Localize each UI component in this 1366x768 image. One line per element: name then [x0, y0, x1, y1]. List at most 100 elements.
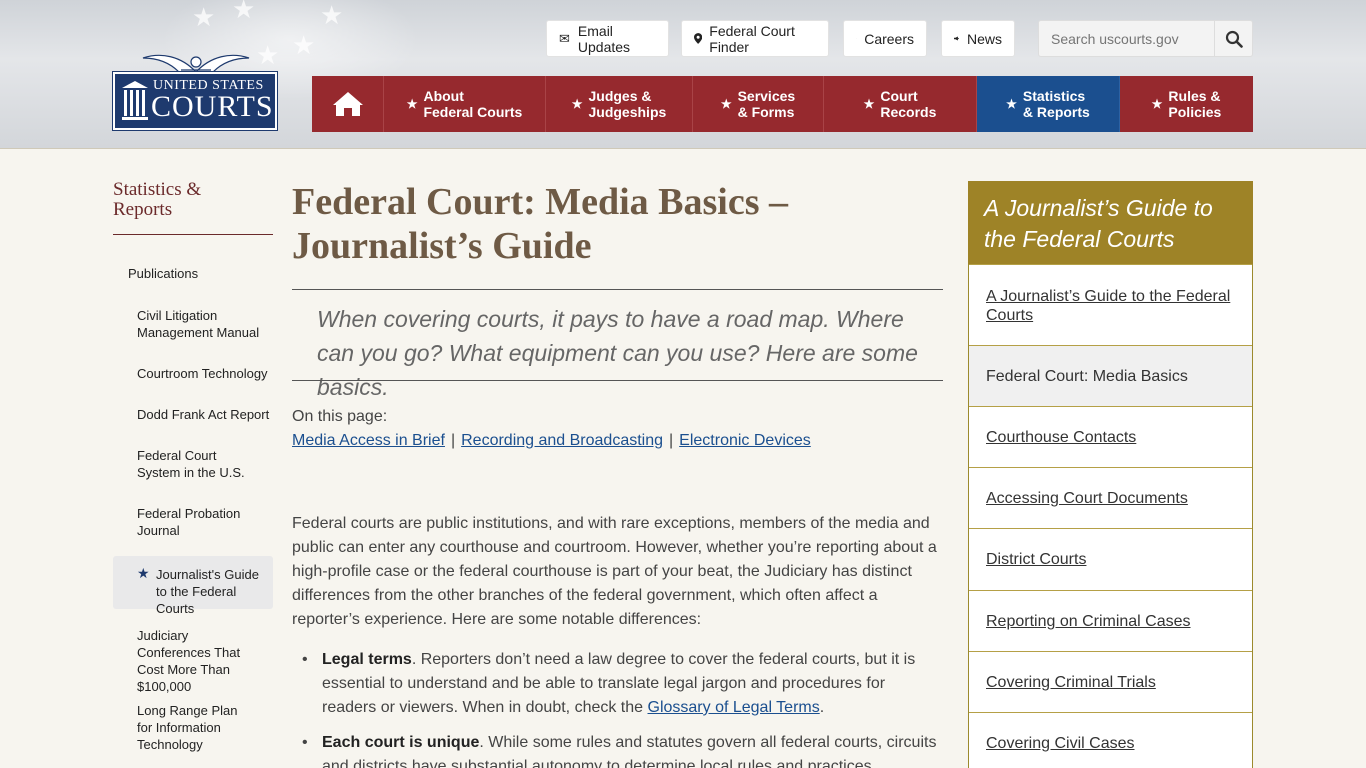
- guide-item-label: Covering Civil Cases: [986, 735, 1135, 752]
- guide-item-label: A Journalist’s Guide to the Federal Cour…: [986, 288, 1231, 324]
- logo-box: UNITED STATES COURTS: [112, 71, 278, 131]
- guide-item-accessing-documents[interactable]: Accessing Court Documents: [969, 467, 1252, 528]
- link-media-access[interactable]: Media Access in Brief: [292, 432, 445, 449]
- nav-about-federal-courts[interactable]: ★ About Federal Courts: [384, 76, 546, 132]
- guide-item-label: District Courts: [986, 551, 1087, 568]
- guide-item-district-courts[interactable]: District Courts: [969, 528, 1252, 589]
- nav-rules-line2: Policies: [1168, 104, 1222, 120]
- sidebar-item-label: Journalist's Guide to the Federal Courts: [156, 567, 259, 616]
- sidebar-item-civil-litigation[interactable]: Civil Litigation Management Manual: [137, 307, 272, 341]
- nav-stats-line1: Statistics: [1022, 88, 1086, 104]
- sidebar-item-long-range-plan[interactable]: Long Range Plan for Information Technolo…: [137, 702, 252, 753]
- site-logo[interactable]: UNITED STATES COURTS: [112, 46, 278, 132]
- sidebar-title-line1: Statistics &: [113, 179, 202, 200]
- federal-court-finder-label: Federal Court Finder: [709, 22, 795, 55]
- nav-records-line2: Records: [880, 104, 937, 120]
- nav-court-records[interactable]: ★ Court Records: [824, 76, 977, 132]
- courthouse-columns-icon: [122, 81, 148, 120]
- link-recording-broadcasting[interactable]: Recording and Broadcasting: [461, 432, 663, 449]
- nav-services-line2: & Forms: [737, 104, 795, 120]
- sidebar-item-courtroom-technology[interactable]: Courtroom Technology: [137, 365, 272, 382]
- nav-statistics-reports[interactable]: ★ Statistics & Reports: [977, 76, 1120, 132]
- federal-court-finder-button[interactable]: Federal Court Finder: [681, 20, 829, 57]
- lede-bottom-rule: [292, 380, 943, 381]
- news-label: News: [966, 30, 1002, 47]
- guide-sidebar-heading: A Journalist’s Guide to the Federal Cour…: [968, 181, 1253, 264]
- nav-rules-line1: Rules &: [1168, 88, 1221, 104]
- nav-about-line1: About: [423, 88, 464, 104]
- guide-item-journalists-guide[interactable]: A Journalist’s Guide to the Federal Cour…: [969, 264, 1252, 345]
- guide-item-label: Accessing Court Documents: [986, 490, 1188, 507]
- map-marker-icon: [694, 33, 703, 44]
- bullet-heading: Each court is unique: [322, 734, 480, 751]
- on-this-page-label: On this page:: [292, 408, 388, 425]
- envelope-icon: ✉: [559, 30, 570, 46]
- star-icon: ★: [1151, 97, 1163, 111]
- backdrop-star-icon: ★: [292, 30, 316, 60]
- sidebar-item-judiciary-conferences[interactable]: Judiciary Conferences That Cost More Tha…: [137, 627, 262, 695]
- guide-item-covering-civil-cases[interactable]: Covering Civil Cases: [969, 712, 1252, 768]
- intro-paragraph: Federal courts are public institutions, …: [292, 515, 937, 628]
- home-icon: [332, 92, 363, 116]
- site-search: [1038, 20, 1253, 57]
- bullet-icon: •: [302, 651, 308, 668]
- site-header: ★ ★ ★ ★ ★ UNITED STATES COURTS ✉ Email U…: [0, 0, 1366, 149]
- guide-item-covering-criminal-trials[interactable]: Covering Criminal Trials: [969, 651, 1252, 712]
- nav-records-line1: Court: [880, 88, 918, 104]
- sidebar-item-publications[interactable]: Publications: [128, 266, 198, 281]
- search-button[interactable]: [1214, 21, 1252, 56]
- bullet-text: . Reporters don’t need a law degree to c…: [322, 651, 916, 716]
- lede-top-rule: [292, 289, 943, 290]
- sidebar-title-line2: Reports: [113, 199, 173, 220]
- sidebar-item-dodd-frank[interactable]: Dodd Frank Act Report: [137, 406, 272, 423]
- star-icon: ★: [137, 565, 150, 581]
- backdrop-star-icon: ★: [192, 2, 216, 32]
- guide-item-media-basics[interactable]: Federal Court: Media Basics: [969, 345, 1252, 406]
- sidebar-item-federal-probation[interactable]: Federal Probation Journal: [137, 505, 247, 539]
- star-icon: ★: [1006, 97, 1017, 111]
- guide-item-label: Courthouse Contacts: [986, 429, 1137, 446]
- news-button[interactable]: News: [941, 20, 1015, 57]
- lede-text: When covering courts, it pays to have a …: [317, 306, 918, 400]
- glossary-link[interactable]: Glossary of Legal Terms: [648, 699, 820, 716]
- guide-item-courthouse-contacts[interactable]: Courthouse Contacts: [969, 406, 1252, 467]
- search-icon: [1225, 30, 1243, 48]
- sidebar-item-federal-court-system[interactable]: Federal Court System in the U.S.: [137, 447, 262, 481]
- guide-item-reporting-criminal[interactable]: Reporting on Criminal Cases: [969, 590, 1252, 651]
- nav-stats-line2: & Reports: [1022, 104, 1090, 120]
- search-input[interactable]: [1039, 21, 1215, 56]
- nav-judges-line1: Judges &: [588, 88, 652, 104]
- backdrop-star-icon: ★: [320, 0, 344, 30]
- nav-services-forms[interactable]: ★ Services & Forms: [693, 76, 824, 132]
- careers-button[interactable]: Careers: [843, 20, 927, 57]
- sidebar-title[interactable]: Statistics & Reports: [113, 180, 273, 220]
- guide-item-label: Federal Court: Media Basics: [986, 368, 1188, 385]
- star-icon: ★: [720, 97, 732, 111]
- nav-home[interactable]: [312, 76, 384, 132]
- star-icon: ★: [571, 97, 583, 111]
- star-icon: ★: [406, 97, 418, 111]
- main-nav: ★ About Federal Courts ★ Judges & Judgeshi…: [312, 76, 1253, 132]
- guide-heading-text: A Journalist’s Guide to the Federal Cour…: [984, 195, 1213, 252]
- bullet-heading: Legal terms: [322, 651, 412, 668]
- sidebar-item-journalists-guide[interactable]: ★ Journalist's Guide to the Federal Cour…: [113, 556, 273, 616]
- backdrop-star-icon: ★: [232, 0, 256, 24]
- email-updates-button[interactable]: ✉ Email Updates: [546, 20, 669, 57]
- page-title: Federal Court: Media Basics – Journalist…: [292, 181, 789, 267]
- nav-judges-line2: Judgeships: [588, 104, 667, 120]
- email-updates-label: Email Updates: [577, 22, 631, 55]
- link-separator: |: [450, 432, 456, 449]
- guide-item-label: Covering Criminal Trials: [986, 674, 1156, 691]
- nav-services-line1: Services: [737, 88, 796, 104]
- bullet-icon: •: [302, 734, 308, 751]
- logo-line-2: COURTS: [151, 90, 274, 123]
- link-separator: |: [669, 432, 674, 449]
- link-electronic-devices[interactable]: Electronic Devices: [679, 432, 811, 449]
- list-item: • Each court is unique. While some rules…: [302, 731, 942, 768]
- megaphone-icon: [954, 36, 959, 41]
- nav-judges-judgeships[interactable]: ★ Judges & Judgeships: [546, 76, 693, 132]
- guide-item-label: Reporting on Criminal Cases: [986, 613, 1191, 630]
- nav-about-line2: Federal Courts: [423, 104, 523, 120]
- nav-rules-policies[interactable]: ★ Rules & Policies: [1120, 76, 1253, 132]
- star-icon: ★: [863, 97, 875, 111]
